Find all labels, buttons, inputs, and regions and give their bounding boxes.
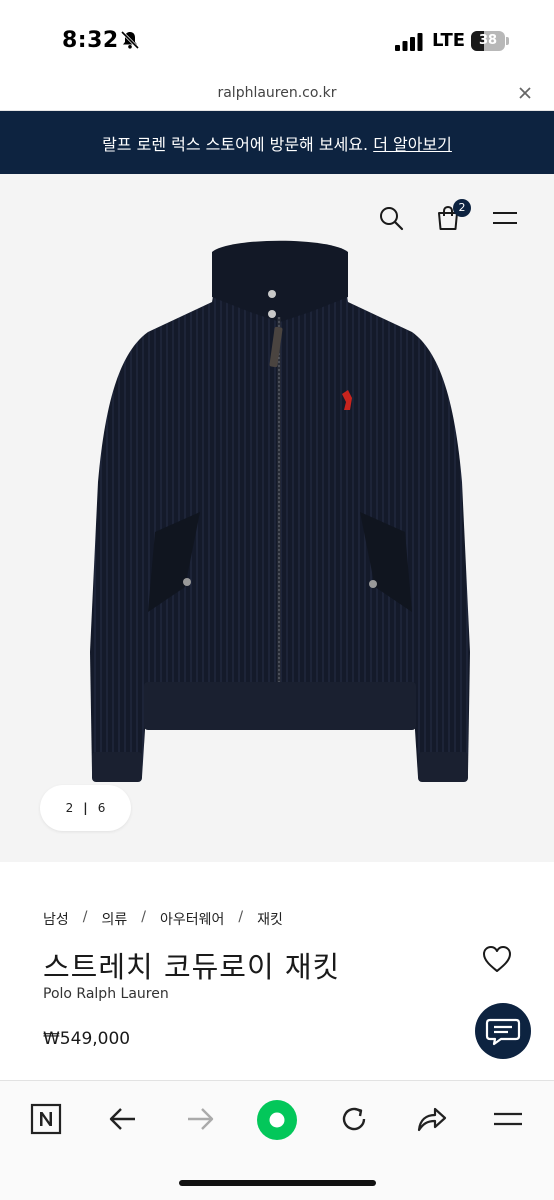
promo-content: 랄프 로렌 럭스 스토어에 방문해 보세요. 더 알아보기 — [0, 131, 554, 155]
breadcrumb-separator: / — [82, 909, 88, 925]
browser-menu-button[interactable] — [488, 1099, 528, 1139]
breadcrumb-separator: / — [238, 909, 244, 925]
menu-icon[interactable] — [492, 208, 518, 228]
back-arrow-icon — [109, 1108, 135, 1130]
menu-icon — [494, 1112, 522, 1126]
green-dot-button[interactable] — [256, 1099, 298, 1141]
product-photo-jacket — [90, 240, 470, 782]
status-time: 8:32 — [62, 28, 119, 53]
product-title: 스트레치 코듀로이 재킷 — [43, 950, 341, 984]
network-type: LTE — [432, 30, 466, 51]
pager-total: 6 — [97, 801, 106, 815]
breadcrumb-item[interactable]: 재킷 — [257, 909, 283, 929]
promo-banner: 랄프 로렌 럭스 스토어에 방문해 보세요. 더 알아보기 — [0, 111, 554, 174]
share-button[interactable] — [411, 1099, 451, 1139]
home-indicator[interactable] — [179, 1180, 376, 1186]
battery-icon: 38 — [471, 31, 509, 51]
naver-home-icon — [30, 1103, 62, 1135]
breadcrumb-separator: / — [141, 909, 146, 925]
close-icon[interactable] — [516, 84, 534, 102]
signal-icon — [395, 33, 423, 51]
heart-icon[interactable] — [481, 944, 513, 974]
url-bar[interactable]: ralphlauren.co.kr — [0, 80, 554, 111]
breadcrumb: 남성 / 의류 / 아우터웨어 / 재킷 — [43, 909, 283, 929]
forward-button[interactable] — [180, 1099, 220, 1139]
cart-count-badge: 2 — [453, 199, 471, 217]
promo-text: 랄프 로렌 럭스 스토어에 방문해 보세요. — [102, 135, 369, 154]
chat-button[interactable] — [475, 1003, 531, 1059]
bell-off-icon — [120, 30, 140, 50]
breadcrumb-item[interactable]: 남성 — [43, 909, 69, 929]
pager-separator: | — [83, 801, 88, 815]
back-button[interactable] — [103, 1099, 143, 1139]
reload-button[interactable] — [334, 1099, 374, 1139]
chat-icon — [485, 1018, 521, 1046]
product-brand[interactable]: Polo Ralph Lauren — [43, 986, 169, 1002]
battery-level: 38 — [478, 33, 498, 48]
status-bar: 8:32 LTE 38 — [0, 0, 554, 80]
reload-icon — [342, 1107, 366, 1131]
naver-home-button[interactable] — [26, 1099, 66, 1139]
green-dot-icon — [257, 1100, 297, 1140]
url-text[interactable]: ralphlauren.co.kr — [0, 85, 554, 101]
share-icon — [417, 1107, 447, 1132]
breadcrumb-item[interactable]: 아우터웨어 — [160, 909, 224, 929]
search-icon[interactable] — [378, 205, 404, 231]
product-price: ₩549,000 — [43, 1029, 131, 1049]
learn-more-link[interactable]: 더 알아보기 — [373, 135, 452, 154]
pager-current: 2 — [65, 801, 74, 815]
forward-arrow-icon — [188, 1108, 214, 1130]
breadcrumb-item[interactable]: 의류 — [101, 909, 127, 929]
image-pager: 2 | 6 — [40, 785, 131, 831]
